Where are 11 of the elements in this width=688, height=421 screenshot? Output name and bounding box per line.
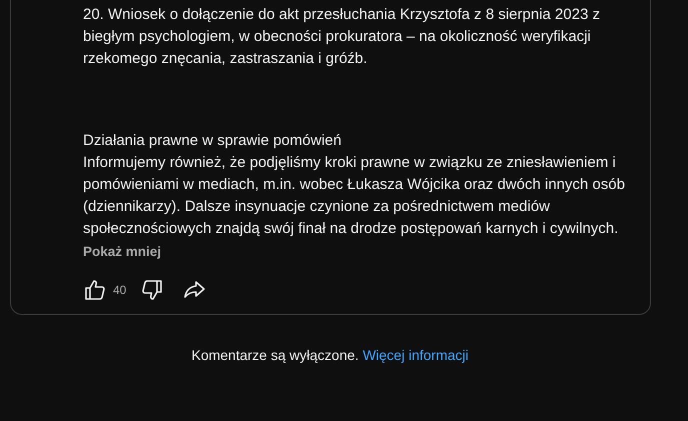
dislike-button[interactable] bbox=[140, 278, 164, 302]
show-less-link[interactable]: Pokaż mniej bbox=[83, 242, 162, 262]
paragraph: 20. Wniosek o dołączenie do akt przesłuchania Krzysztofa z 8 sierpnia 2023 z biegłym psychologiem, w obecności prokuratora – na okoliczność weryfikacji rzekomego znęcania, zastraszania i gróźb. bbox=[83, 5, 601, 69]
comments-disabled-text: Komentarze są wyłączone. bbox=[191, 347, 359, 363]
section-heading: Działania prawne w sprawie pomówień bbox=[83, 131, 342, 151]
paragraph: Informujemy również, że podjęliśmy kroki prawne w związku ze zniesławieniem i pomówieniami w mediach, m.in. wobec Łukasza Wójcika oraz dwóch innych osób (dziennikarzy). Dalsze insynuacje czynione za pośrednictwem mediów społecznościowych znajdą swój finał na drodze postępowań karnych i cywilnych. bbox=[83, 153, 626, 239]
like-count: 40 bbox=[113, 282, 126, 299]
thumbs-up-icon bbox=[83, 278, 107, 302]
thumbs-down-icon bbox=[140, 278, 164, 302]
like-button[interactable] bbox=[83, 278, 107, 302]
more-info-link[interactable]: Więcej informacji bbox=[362, 347, 468, 363]
